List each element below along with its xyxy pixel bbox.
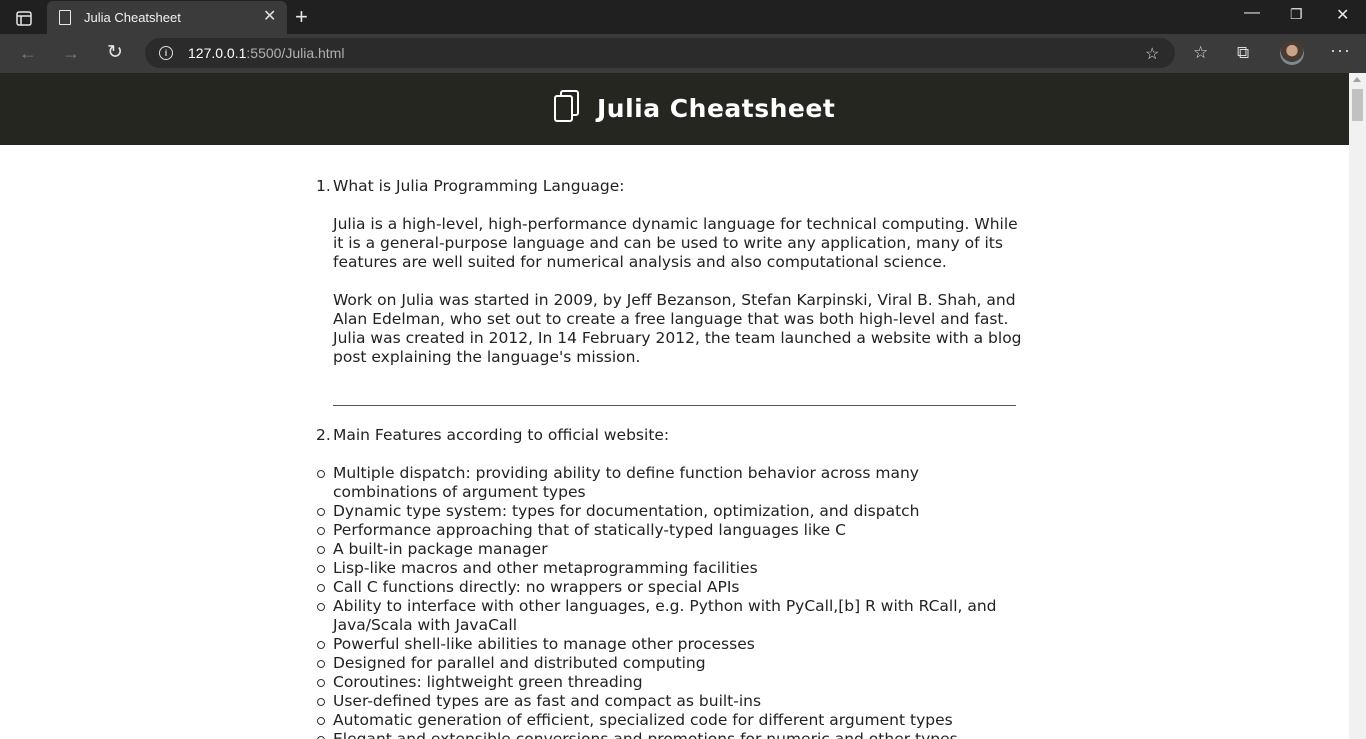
list-item: Coroutines: lightweight green threading	[317, 673, 1022, 692]
section-heading: What is Julia Programming Language:	[333, 177, 625, 195]
page-title: Julia Cheatsheet	[597, 94, 836, 123]
scrollbar-thumb[interactable]	[1352, 89, 1363, 121]
reload-icon[interactable]: ↻	[107, 43, 123, 62]
list-item: Lisp-like macros and other metaprogrammi…	[317, 559, 1022, 578]
list-item: Dynamic type system: types for documenta…	[317, 502, 1022, 521]
tab-actions-icon[interactable]	[12, 8, 36, 28]
list-item: Call C functions directly: no wrappers o…	[317, 578, 1022, 597]
section-2: 2. Main Features according to official w…	[312, 426, 1022, 445]
site-header: Julia Cheatsheet	[0, 73, 1349, 145]
url-path: :5500/Julia.html	[246, 45, 345, 61]
site-info-icon[interactable]: i	[159, 46, 173, 60]
vertical-scrollbar[interactable]	[1349, 73, 1366, 739]
list-item: User-defined types are as fast and compa…	[317, 692, 1022, 711]
favorites-icon[interactable]: ☆	[1193, 43, 1208, 63]
list-item: Automatic generation of efficient, speci…	[317, 711, 1022, 730]
tab-title: Julia Cheatsheet	[84, 10, 181, 25]
new-tab-icon[interactable]: +	[295, 6, 308, 28]
section-number: 1.	[316, 177, 331, 195]
divider	[333, 405, 1016, 406]
section-heading: Main Features according to official webs…	[333, 426, 670, 444]
collections-icon[interactable]: ⧉	[1237, 43, 1249, 63]
close-tab-icon[interactable]: ✕	[263, 9, 276, 25]
browser-tab-bar: Julia Cheatsheet ✕ + — ❐ ✕	[0, 0, 1366, 34]
page-viewport: Julia Cheatsheet 1. What is Julia Progra…	[0, 73, 1349, 739]
close-window-icon[interactable]: ✕	[1336, 5, 1349, 25]
address-bar[interactable]: i 127.0.0.1:5500/Julia.html ☆	[145, 38, 1175, 68]
browser-toolbar: ← → ↻ i 127.0.0.1:5500/Julia.html ☆ ☆ ⧉ …	[0, 34, 1366, 73]
list-item: Ability to interface with other language…	[317, 597, 1022, 635]
main-content: 1. What is Julia Programming Language: J…	[312, 177, 1022, 739]
list-item: Designed for parallel and distributed co…	[317, 654, 1022, 673]
paragraph: Julia is a high-level, high-performance …	[333, 215, 1018, 271]
forward-icon[interactable]: →	[62, 44, 80, 62]
list-item: Powerful shell-like abilities to manage …	[317, 635, 1022, 654]
page-icon	[59, 10, 71, 25]
copy-icon	[554, 90, 580, 124]
profile-avatar[interactable]	[1280, 41, 1304, 65]
back-icon[interactable]: ←	[19, 44, 37, 62]
add-favorite-icon[interactable]: ☆	[1145, 44, 1159, 64]
list-item: A built-in package manager	[317, 540, 1022, 559]
list-item: Performance approaching that of statical…	[317, 521, 1022, 540]
more-options-icon[interactable]: ···	[1330, 40, 1351, 61]
section-1: 1. What is Julia Programming Language: J…	[312, 177, 1022, 367]
minimize-icon[interactable]: —	[1244, 4, 1260, 22]
scroll-up-icon[interactable]	[1353, 77, 1361, 82]
features-list: Multiple dispatch: providing ability to …	[312, 464, 1022, 739]
url-text[interactable]: 127.0.0.1:5500/Julia.html	[188, 45, 344, 61]
list-item: Elegant and extensible conversions and p…	[317, 730, 1022, 739]
restore-icon[interactable]: ❐	[1290, 6, 1303, 23]
paragraph: Work on Julia was started in 2009, by Je…	[333, 291, 1022, 366]
list-item: Multiple dispatch: providing ability to …	[317, 464, 1022, 502]
tab-julia-cheatsheet[interactable]: Julia Cheatsheet ✕	[47, 1, 287, 34]
url-host: 127.0.0.1	[188, 45, 247, 61]
section-number: 2.	[316, 426, 331, 444]
